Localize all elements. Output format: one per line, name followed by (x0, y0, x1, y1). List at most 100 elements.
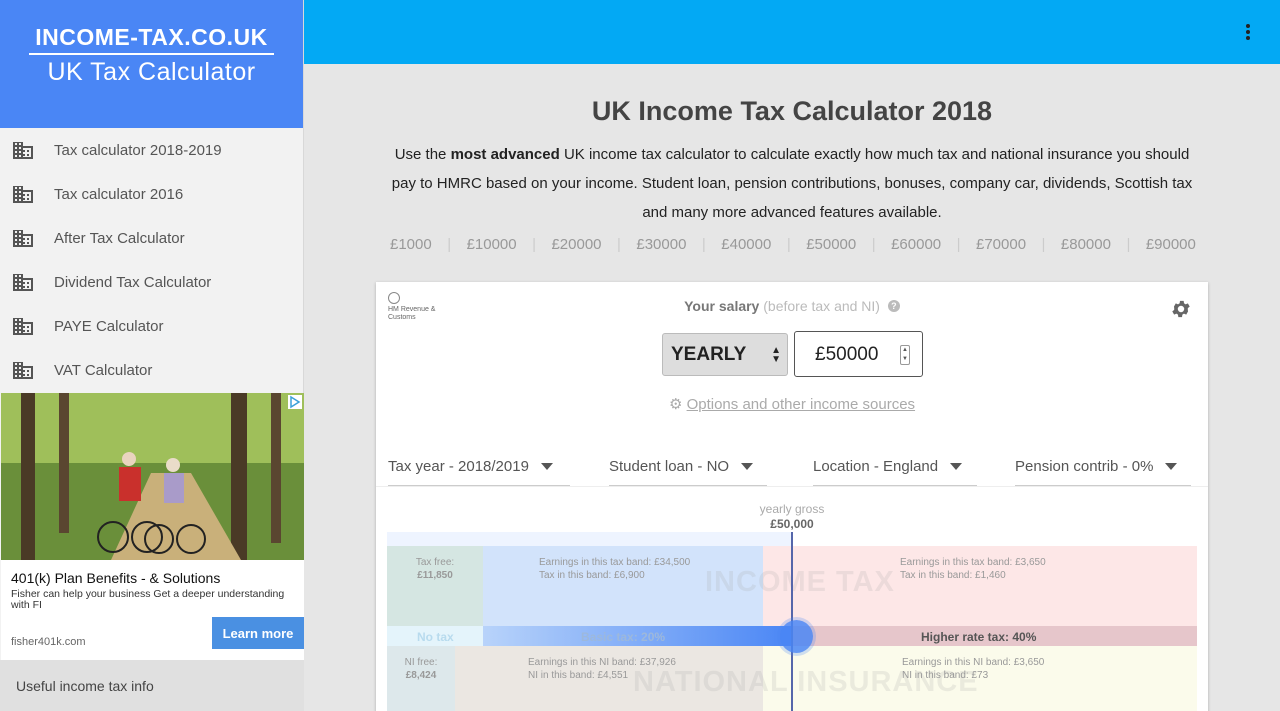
salary-label: Your salary (before tax and NI) ? (376, 298, 1208, 314)
quick-salary-link[interactable]: £20000 (551, 236, 601, 253)
sidebar-nav: Tax calculator 2018-2019 Tax calculator 2… (0, 128, 303, 392)
more-options-icon[interactable] (1244, 24, 1252, 42)
select-arrows-icon: ▲ ▼ (771, 345, 781, 365)
separator: | (532, 236, 536, 253)
higher-band-tax: Tax in this band: £1,460 (900, 570, 1006, 581)
sidebar-item-label: Tax calculator 2018-2019 (54, 141, 222, 159)
salary-amount-input[interactable]: £50000 ▲ ▼ (794, 331, 923, 377)
main-content: UK Income Tax Calculator 2018 Use the mo… (304, 64, 1280, 711)
quick-salary-link[interactable]: £40000 (721, 236, 771, 253)
higher-band-text: Earnings in this tax band: £3,650 Tax in… (900, 556, 1046, 582)
brand-site-name: INCOME-TAX.CO.UK (29, 24, 274, 55)
brand-subtitle: UK Tax Calculator (47, 58, 256, 86)
tax-breakdown-visualization: INCOME TAX Tax free: £11,850 Earnings in… (387, 532, 1197, 711)
building-icon (13, 142, 33, 159)
ni-band1-earnings: Earnings in this NI band: £37,926 (528, 657, 676, 668)
help-icon[interactable]: ? (887, 300, 900, 312)
intro-text-emphasis: most advanced (450, 146, 560, 163)
salary-amount-value: £50000 (815, 344, 879, 365)
intro-text-start: Use the (394, 146, 451, 163)
advertisement[interactable]: 401(k) Plan Benefits - & Solutions Fishe… (1, 393, 304, 660)
ni-band2-text: Earnings in this NI band: £3,650 NI in t… (902, 656, 1044, 682)
sidebar-item-label: VAT Calculator (54, 361, 153, 379)
ni-free-text: NI free: £8,424 (391, 656, 451, 682)
student-loan-label: Student loan - NO (609, 458, 730, 475)
tax-year-dropdown[interactable]: Tax year - 2018/2019 (388, 458, 570, 486)
brand-logo[interactable]: INCOME-TAX.CO.UK UK Tax Calculator (0, 0, 303, 128)
chevron-down-icon (540, 463, 553, 470)
intro-text: Use the most advanced UK income tax calc… (382, 140, 1202, 227)
period-select[interactable]: YEARLY ▲ ▼ (662, 333, 788, 376)
pension-dropdown[interactable]: Pension contrib - 0% (1015, 458, 1191, 486)
salary-label-main: Your salary (684, 298, 760, 314)
small-gear-icon: ⚙ (668, 396, 683, 413)
salary-label-note: (before tax and NI) (763, 298, 880, 314)
pension-label: Pension contrib - 0% (1015, 458, 1154, 475)
ni-band2-earnings: Earnings in this NI band: £3,650 (902, 657, 1045, 668)
gross-salary-marker-label: yearly gross £50,000 (742, 502, 842, 532)
ad-domain[interactable]: fisher401k.com (11, 636, 86, 648)
sidebar-item[interactable]: Dividend Tax Calculator (0, 260, 303, 304)
sidebar-item-label: Tax calculator 2016 (54, 185, 184, 203)
options-link-label: Options and other income sources (686, 396, 916, 413)
tax-year-label: Tax year - 2018/2019 (388, 458, 529, 475)
ad-learn-more-button[interactable]: Learn more (212, 617, 304, 649)
page-title: UK Income Tax Calculator 2018 (591, 96, 993, 126)
ni-band2-ni: NI in this band: £73 (902, 670, 989, 681)
quick-salary-link[interactable]: £30000 (636, 236, 686, 253)
ni-free-value: £8,424 (405, 670, 437, 681)
building-icon (13, 186, 33, 203)
chevron-down-icon (1165, 463, 1178, 470)
building-icon (13, 274, 33, 291)
higher-tax-label: Higher rate tax: 40% (921, 630, 1037, 644)
ni-band1-ni: NI in this band: £4,551 (528, 670, 629, 681)
sidebar-item[interactable]: PAYE Calculator (0, 304, 303, 348)
building-icon (13, 318, 33, 335)
income-tax-watermark: INCOME TAX (705, 566, 895, 598)
useful-info-link[interactable]: Useful income tax info (0, 660, 304, 711)
location-dropdown[interactable]: Location - England (813, 458, 977, 486)
tax-free-text: Tax free: £11,850 (391, 556, 479, 582)
no-tax-label: No tax (417, 630, 454, 644)
gross-caption: yearly gross (759, 502, 825, 516)
sidebar-item[interactable]: Tax calculator 2018-2019 (0, 128, 303, 172)
ad-description: Fisher can help your business Get a deep… (11, 588, 285, 611)
chevron-down-icon (741, 463, 754, 470)
separator: | (617, 236, 621, 253)
tax-free-label: Tax free: (415, 557, 455, 568)
separator: | (1126, 236, 1131, 253)
quick-salary-link[interactable]: £50000 (806, 236, 856, 253)
quick-salary-links: £1000 | £10000 | £20000 | £30000 | £40000 | £50000… (390, 236, 1196, 253)
ni-band1-text: Earnings in this NI band: £37,926 NI in … (528, 656, 676, 682)
quick-salary-link[interactable]: £10000 (467, 236, 517, 253)
salary-slider-handle[interactable] (780, 620, 813, 653)
ad-image[interactable] (1, 393, 304, 560)
separator: | (1041, 236, 1046, 253)
basic-band-text: Earnings in this tax band: £34,500 Tax i… (539, 556, 690, 582)
ni-free-label: NI free: (404, 657, 438, 668)
spinner-icon[interactable]: ▲ ▼ (900, 345, 910, 365)
separator: | (447, 236, 452, 253)
ad-title[interactable]: 401(k) Plan Benefits - & Solutions (11, 570, 220, 586)
divider (376, 486, 1208, 487)
gross-value: £50,000 (770, 517, 814, 531)
building-icon (13, 362, 33, 379)
sidebar-item-label: PAYE Calculator (54, 317, 164, 335)
sidebar-item[interactable]: VAT Calculator (0, 348, 303, 392)
band-header-strip (387, 532, 792, 546)
separator: | (701, 236, 706, 253)
separator: | (786, 236, 791, 253)
quick-salary-link[interactable]: £90000 (1146, 236, 1196, 253)
quick-salary-link[interactable]: £70000 (976, 236, 1026, 253)
period-select-value: YEARLY (671, 344, 747, 365)
chevron-down-icon (950, 463, 963, 470)
quick-salary-link[interactable]: £80000 (1061, 236, 1111, 253)
sidebar-item[interactable]: After Tax Calculator (0, 216, 303, 260)
ad-choices-icon[interactable] (288, 395, 302, 409)
options-link[interactable]: ⚙ Options and other income sources (376, 395, 1208, 413)
student-loan-dropdown[interactable]: Student loan - NO (609, 458, 767, 486)
quick-salary-link[interactable]: £1000 (390, 236, 432, 253)
sidebar-item[interactable]: Tax calculator 2016 (0, 172, 303, 216)
quick-salary-link[interactable]: £60000 (891, 236, 941, 253)
sidebar-item-label: Dividend Tax Calculator (54, 273, 212, 291)
